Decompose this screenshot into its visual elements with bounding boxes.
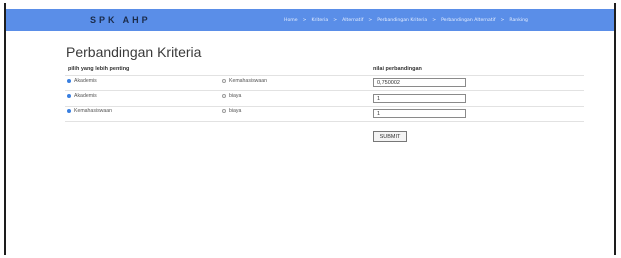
app-frame: SPK AHP Home > Kriteria > Alternatif > P… — [4, 3, 616, 255]
nav-links: Home > Kriteria > Alternatif > Perbandin… — [284, 9, 528, 31]
radio-option-a-row3[interactable]: Kemahasiswaan — [67, 108, 112, 114]
nav-separator: > — [368, 17, 373, 23]
nav-link-ranking[interactable]: Ranking — [509, 18, 528, 23]
table-divider — [65, 75, 584, 76]
navbar: SPK AHP Home > Kriteria > Alternatif > P… — [6, 9, 614, 31]
comparison-value-input-row3[interactable]: 1 — [373, 109, 466, 118]
radio-checked-icon[interactable] — [67, 79, 71, 83]
nav-link-alternatif[interactable]: Alternatif — [342, 18, 363, 23]
radio-unchecked-icon[interactable] — [222, 109, 226, 113]
table-divider — [65, 106, 584, 107]
radio-option-b-row2[interactable]: biaya — [222, 93, 241, 99]
radio-option-a-row2[interactable]: Akademis — [67, 93, 97, 99]
brand-logo[interactable]: SPK AHP — [90, 9, 151, 31]
nav-separator: > — [432, 17, 437, 23]
nav-link-kriteria[interactable]: Kriteria — [311, 18, 328, 23]
table-divider — [65, 121, 584, 122]
radio-checked-icon[interactable] — [67, 94, 71, 98]
radio-label: biaya — [229, 93, 242, 99]
table-divider — [65, 90, 584, 91]
radio-label: Akademis — [74, 78, 97, 84]
radio-unchecked-icon[interactable] — [222, 94, 226, 98]
nav-link-home[interactable]: Home — [284, 18, 298, 23]
radio-label: Akademis — [74, 93, 97, 99]
radio-checked-icon[interactable] — [67, 109, 71, 113]
comparison-value-input-row1[interactable]: 0,750002 — [373, 78, 466, 87]
nav-separator: > — [302, 17, 307, 23]
column-header-value: nilai perbandingan — [373, 66, 422, 72]
nav-link-perbandingan-kriteria[interactable]: Perbandingan Kriteria — [377, 18, 427, 23]
radio-option-b-row1[interactable]: Kemahasiswaan — [222, 78, 267, 84]
comparison-value-input-row2[interactable]: 1 — [373, 94, 466, 103]
nav-separator: > — [500, 17, 505, 23]
radio-unchecked-icon[interactable] — [222, 79, 226, 83]
radio-label: biaya — [229, 108, 242, 114]
radio-label: Kemahasiswaan — [229, 78, 268, 84]
column-header-choice: pilih yang lebih penting — [68, 66, 130, 72]
nav-separator: > — [333, 17, 338, 23]
nav-link-perbandingan-alternatif[interactable]: Perbandingan Alternatif — [441, 18, 495, 23]
radio-label: Kemahasiswaan — [74, 108, 113, 114]
submit-button[interactable]: SUBMIT — [373, 131, 407, 142]
radio-option-b-row3[interactable]: biaya — [222, 108, 241, 114]
page-title: Perbandingan Kriteria — [66, 44, 202, 60]
radio-option-a-row1[interactable]: Akademis — [67, 78, 97, 84]
